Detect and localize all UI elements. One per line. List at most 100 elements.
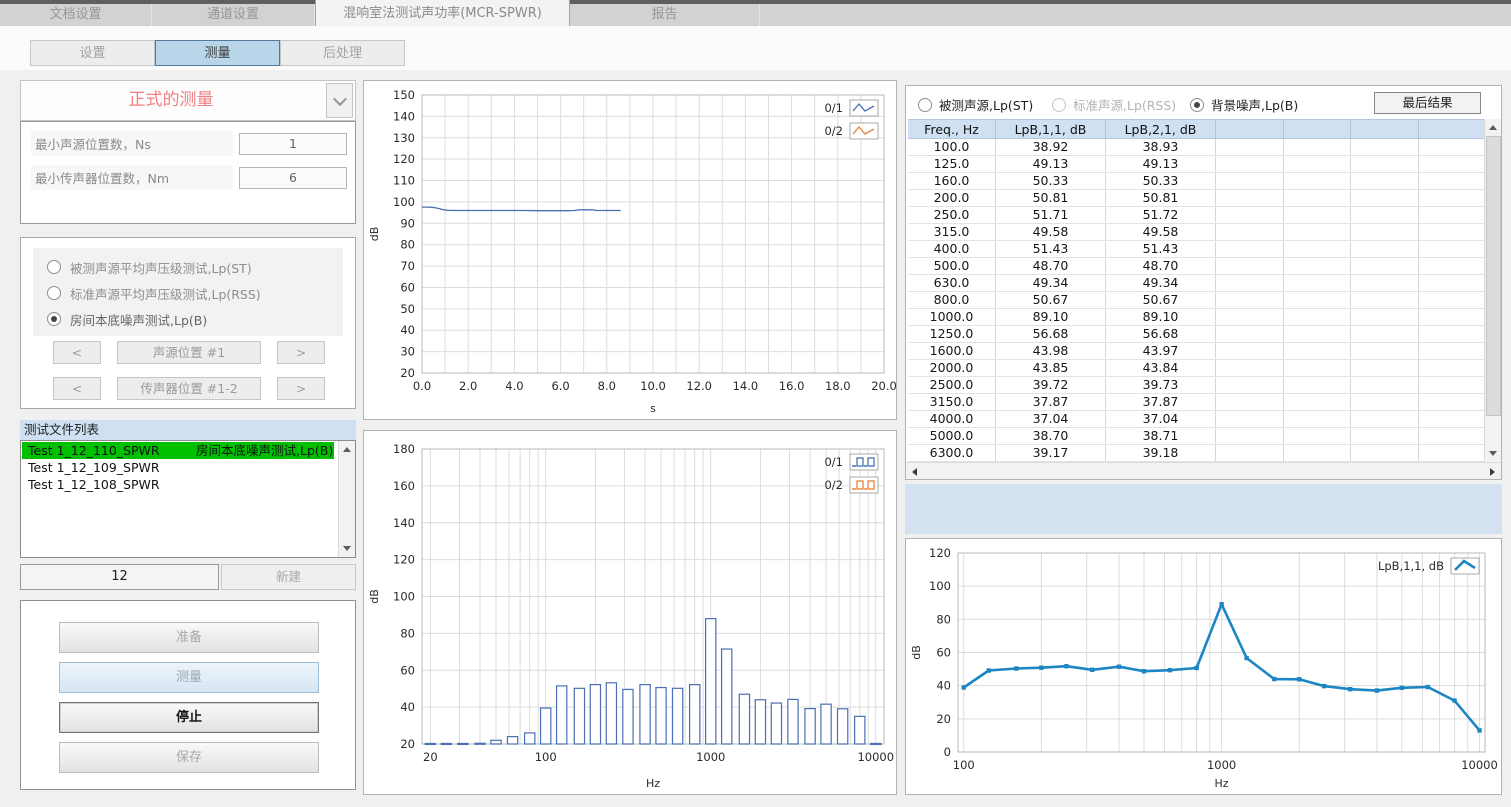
result-table: Freq., HzLpB,1,1, dBLpB,2,1, dB100.038.9… [908, 119, 1486, 462]
table-horizontal-scrollbar[interactable] [906, 462, 1501, 479]
table-cell [1351, 207, 1419, 223]
table-cell [1351, 445, 1419, 461]
table-cell [1419, 377, 1487, 393]
mic-position-button[interactable]: 传声器位置 #1-2 [117, 377, 261, 400]
table-row[interactable]: 1600.043.9843.97 [908, 343, 1486, 360]
mic-position-prev-button[interactable]: < [53, 377, 101, 400]
table-cell: 49.58 [1106, 224, 1216, 240]
table-header-cell [1216, 120, 1284, 138]
table-cell [1216, 190, 1284, 206]
svg-text:8.0: 8.0 [598, 379, 616, 393]
svg-text:40: 40 [936, 679, 951, 693]
table-cell [1351, 190, 1419, 206]
param-nm-input[interactable]: 6 [239, 167, 347, 189]
radio-icon [47, 286, 61, 300]
filter-radio-lp-rss[interactable]: 标准声源,Lp(RSS) [1052, 95, 1176, 114]
radio-lp-b-test[interactable]: 房间本底噪声测试,Lp(B) [47, 310, 207, 328]
table-cell: 125.0 [908, 156, 996, 172]
table-cell [1419, 190, 1487, 206]
new-file-button[interactable]: 新建 [221, 564, 356, 590]
svg-text:130: 130 [393, 131, 415, 145]
subtab-settings[interactable]: 设置 [30, 40, 155, 66]
table-row[interactable]: 5000.038.7038.71 [908, 428, 1486, 445]
table-cell [1351, 377, 1419, 393]
table-row[interactable]: 2000.043.8543.84 [908, 360, 1486, 377]
file-list-scrollbar[interactable] [338, 441, 355, 557]
svg-text:14.0: 14.0 [733, 379, 759, 393]
measure-mode-select[interactable]: 正式的测量 [20, 80, 356, 121]
prepare-button[interactable]: 准备 [59, 622, 319, 653]
file-list-item[interactable]: Test 1_12_110_SPWR房间本底噪声测试,Lp(B) [22, 442, 334, 459]
mic-position-next-button[interactable]: > [277, 377, 325, 400]
filter-radio-lp-st[interactable]: 被测声源,Lp(ST) [918, 95, 1033, 114]
spectrum-bar-chart-panel: 2040608010012014016018020100100010000dBH… [363, 430, 897, 795]
table-row[interactable]: 400.051.4351.43 [908, 241, 1486, 258]
table-row[interactable]: 100.038.9238.93 [908, 139, 1486, 156]
table-header-cell [1351, 120, 1419, 138]
table-cell [1351, 394, 1419, 410]
tab-channel-settings[interactable]: 通道设置 [152, 4, 315, 26]
table-cell: 89.10 [1106, 309, 1216, 325]
table-cell: 49.13 [996, 156, 1106, 172]
source-position-next-button[interactable]: > [277, 341, 325, 364]
table-row[interactable]: 3150.037.8737.87 [908, 394, 1486, 411]
table-row[interactable]: 630.049.3449.34 [908, 275, 1486, 292]
table-row[interactable]: 125.049.1349.13 [908, 156, 1486, 173]
scroll-right-icon [1490, 468, 1495, 476]
table-row[interactable]: 250.051.7151.72 [908, 207, 1486, 224]
result-line-chart: 020406080100120100100010000dBHzLpB,1,1, … [906, 539, 1501, 794]
table-header-row: Freq., HzLpB,1,1, dBLpB,2,1, dB [908, 119, 1486, 139]
radio-lp-st-test[interactable]: 被测声源平均声压级测试,Lp(ST) [47, 258, 252, 276]
subtab-measure[interactable]: 测量 [155, 40, 280, 66]
svg-text:Hz: Hz [646, 777, 660, 790]
tab-document-settings[interactable]: 文档设置 [0, 4, 152, 26]
table-row[interactable]: 500.048.7048.70 [908, 258, 1486, 275]
source-position-button[interactable]: 声源位置 #1 [117, 341, 261, 364]
param-ns-input[interactable]: 1 [239, 133, 347, 155]
table-row[interactable]: 1250.056.6856.68 [908, 326, 1486, 343]
table-cell: 50.81 [1106, 190, 1216, 206]
table-cell [1284, 258, 1352, 274]
table-cell [1284, 377, 1352, 393]
application-window: 文档设置 通道设置 混响室法测试声功率(MCR-SPWR) 报告 设置 测量 后… [0, 0, 1511, 807]
save-button[interactable]: 保存 [59, 742, 319, 773]
table-row[interactable]: 315.049.5849.58 [908, 224, 1486, 241]
table-cell: 38.70 [996, 428, 1106, 444]
table-cell: 51.72 [1106, 207, 1216, 223]
table-row[interactable]: 4000.037.0437.04 [908, 411, 1486, 428]
table-row[interactable]: 1000.089.1089.10 [908, 309, 1486, 326]
table-row[interactable]: 2500.039.7239.73 [908, 377, 1486, 394]
param-row: 最小声源位置数，Ns 1 [31, 131, 347, 156]
table-row[interactable]: 160.050.3350.33 [908, 173, 1486, 190]
tab-mcr-spwr[interactable]: 混响室法测试声功率(MCR-SPWR) [315, 0, 570, 26]
table-cell: 50.67 [1106, 292, 1216, 308]
table-cell [1284, 139, 1352, 155]
svg-text:0: 0 [944, 745, 951, 759]
table-row[interactable]: 6300.039.1739.18 [908, 445, 1486, 462]
svg-text:100: 100 [535, 750, 557, 764]
file-number-input[interactable]: 12 [20, 564, 219, 590]
svg-text:70: 70 [400, 259, 415, 273]
table-row[interactable]: 800.050.6750.67 [908, 292, 1486, 309]
filter-radio-lp-b[interactable]: 背景噪声,Lp(B) [1190, 95, 1298, 114]
radio-icon [1052, 98, 1066, 112]
svg-text:1000: 1000 [1207, 758, 1236, 772]
table-cell: 89.10 [996, 309, 1106, 325]
source-position-prev-button[interactable]: < [53, 341, 101, 364]
measure-button[interactable]: 测量 [59, 662, 319, 693]
scrollbar-thumb[interactable] [1486, 136, 1501, 416]
measure-mode-dropdown-button[interactable] [326, 83, 353, 118]
svg-text:1000: 1000 [696, 750, 725, 764]
table-cell: 2000.0 [908, 360, 996, 376]
file-list-item[interactable]: Test 1_12_109_SPWR [22, 459, 338, 476]
stop-button[interactable]: 停止 [59, 702, 319, 733]
table-cell [1419, 309, 1487, 325]
subtab-postprocess[interactable]: 后处理 [280, 40, 405, 66]
last-result-button[interactable]: 最后结果 [1374, 92, 1481, 114]
scroll-up-icon [1489, 125, 1497, 130]
radio-lp-rss-test[interactable]: 标准声源平均声压级测试,Lp(RSS) [47, 284, 261, 302]
table-row[interactable]: 200.050.8150.81 [908, 190, 1486, 207]
file-list-item[interactable]: Test 1_12_108_SPWR [22, 476, 338, 493]
tab-report[interactable]: 报告 [570, 4, 760, 26]
table-vertical-scrollbar[interactable] [1484, 119, 1501, 462]
